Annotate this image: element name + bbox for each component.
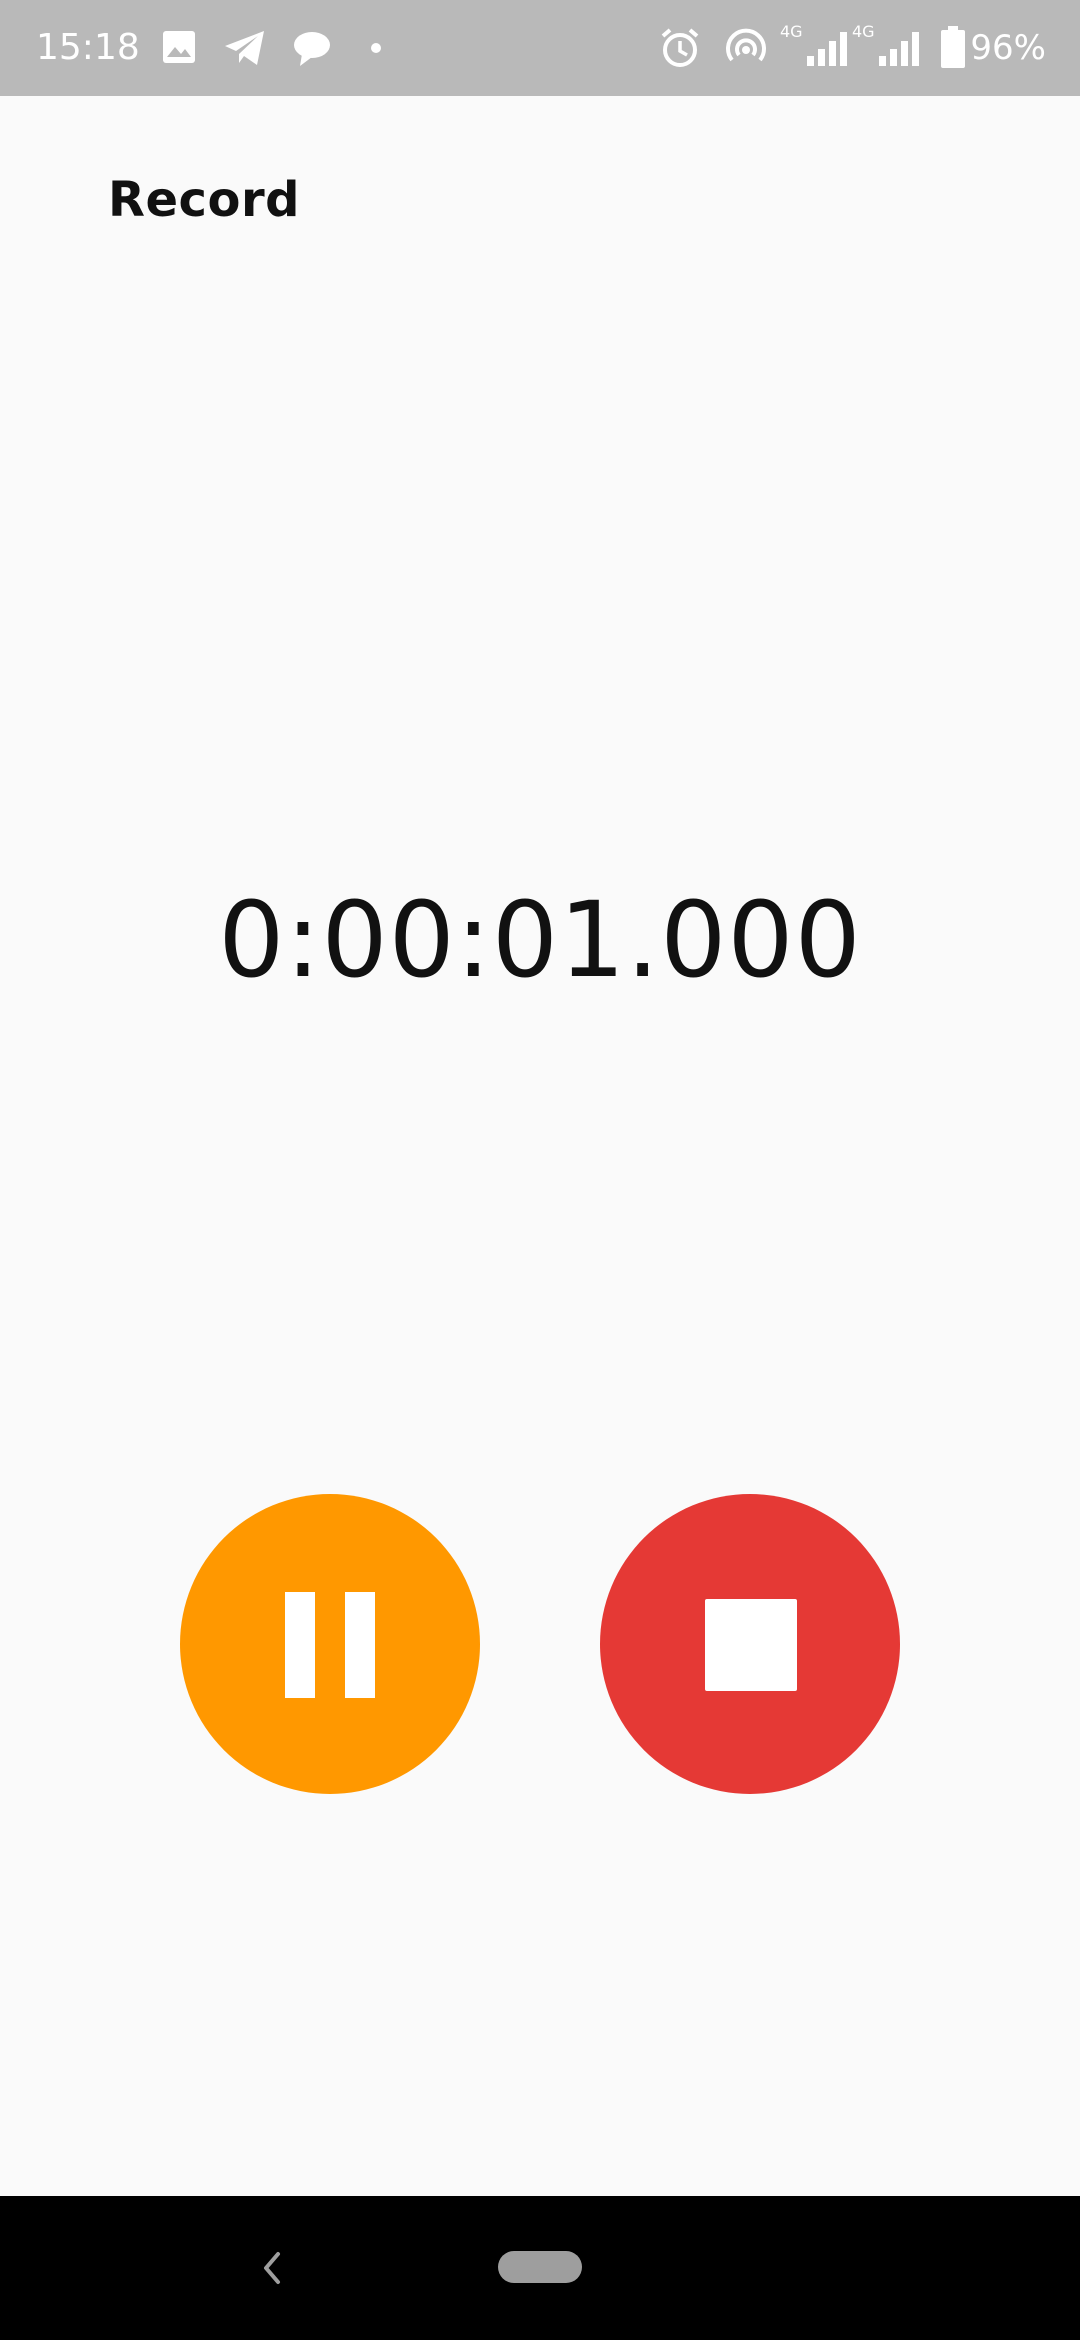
navigation-bar [0,2196,1080,2340]
record-screen: 15:18 4G 4G 96% Record 0:00:01.000 [0,0,1080,2340]
signal-icon [807,32,847,66]
elapsed-timer: 0:00:01.000 [218,879,862,1001]
pause-icon-bar-left [285,1592,315,1698]
chat-bubble-icon [294,32,330,66]
hotspot-icon [726,28,766,62]
pause-button[interactable] [180,1494,480,1794]
page-title: Record [108,172,300,228]
network-type-label: 4G [852,22,875,41]
gallery-icon [163,31,195,63]
home-pill-icon[interactable] [498,2251,582,2283]
network-type-label: 4G [780,22,803,41]
status-time: 15:18 [36,27,140,68]
battery-percent: 96% [970,28,1046,68]
pause-icon-bar-right [345,1592,375,1698]
back-chevron-icon[interactable] [252,2242,292,2294]
telegram-icon [225,31,264,65]
battery-icon [941,26,965,68]
stop-button[interactable] [600,1494,900,1794]
notification-dot-icon [371,43,381,53]
status-bar: 15:18 4G 4G 96% [0,0,1080,96]
stop-icon [705,1599,797,1691]
alarm-icon [661,28,699,67]
signal-icon [879,32,919,66]
